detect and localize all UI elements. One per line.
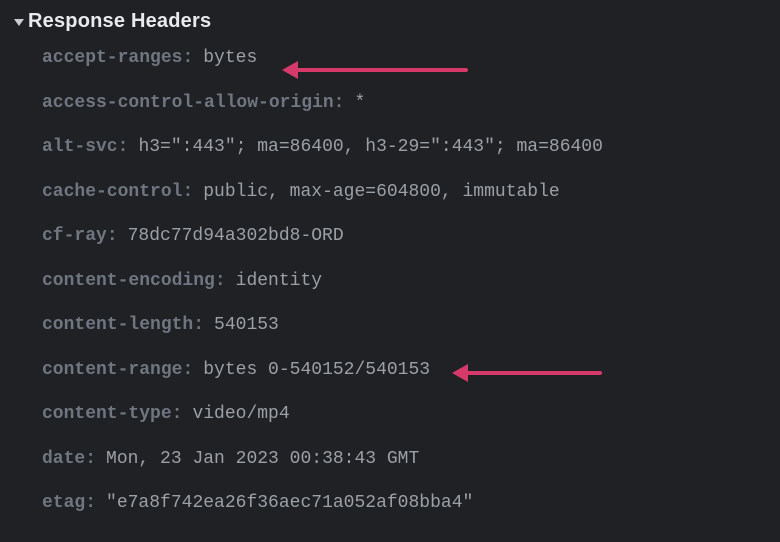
header-name: cache-control [42, 181, 193, 204]
disclosure-triangle-icon[interactable] [14, 19, 24, 26]
header-name: access-control-allow-origin [42, 92, 344, 115]
header-content-range: content-range bytes 0-540152/540153 [42, 359, 780, 382]
header-value: Mon, 23 Jan 2023 00:38:43 GMT [106, 448, 419, 471]
header-name: cf-ray [42, 225, 118, 248]
section-title: Response Headers [28, 10, 211, 33]
header-alt-svc: alt-svc h3=":443"; ma=86400, h3-29=":443… [42, 136, 780, 159]
header-cache-control: cache-control public, max-age=604800, im… [42, 181, 780, 204]
header-value: 540153 [214, 314, 279, 337]
headers-list: accept-ranges bytes access-control-allow… [0, 43, 780, 515]
header-name: date [42, 448, 96, 471]
header-access-control-allow-origin: access-control-allow-origin * [42, 92, 780, 115]
header-name: etag [42, 492, 96, 515]
header-value: public, max-age=604800, immutable [203, 181, 559, 204]
header-value: 78dc77d94a302bd8-ORD [128, 225, 344, 248]
header-date: date Mon, 23 Jan 2023 00:38:43 GMT [42, 448, 780, 471]
header-name: content-length [42, 314, 204, 337]
header-value: video/mp4 [192, 403, 289, 426]
header-value: "e7a8f742ea26f36aec71a052af08bba4" [106, 492, 473, 515]
header-etag: etag "e7a8f742ea26f36aec71a052af08bba4" [42, 492, 780, 515]
header-content-length: content-length 540153 [42, 314, 780, 337]
header-value: * [354, 92, 365, 115]
header-content-type: content-type video/mp4 [42, 403, 780, 426]
header-value: identity [236, 270, 322, 293]
header-value: h3=":443"; ma=86400, h3-29=":443"; ma=86… [138, 136, 602, 159]
header-content-encoding: content-encoding identity [42, 270, 780, 293]
section-header[interactable]: Response Headers [0, 8, 780, 43]
header-value: bytes [203, 47, 257, 70]
header-name: content-range [42, 359, 193, 382]
header-name: content-type [42, 403, 182, 426]
header-cf-ray: cf-ray 78dc77d94a302bd8-ORD [42, 225, 780, 248]
header-name: content-encoding [42, 270, 226, 293]
response-headers-panel: Response Headers accept-ranges bytes acc… [0, 0, 780, 515]
header-value: bytes 0-540152/540153 [203, 359, 430, 382]
header-name: accept-ranges [42, 47, 193, 70]
header-name: alt-svc [42, 136, 128, 159]
header-accept-ranges: accept-ranges bytes [42, 47, 780, 70]
